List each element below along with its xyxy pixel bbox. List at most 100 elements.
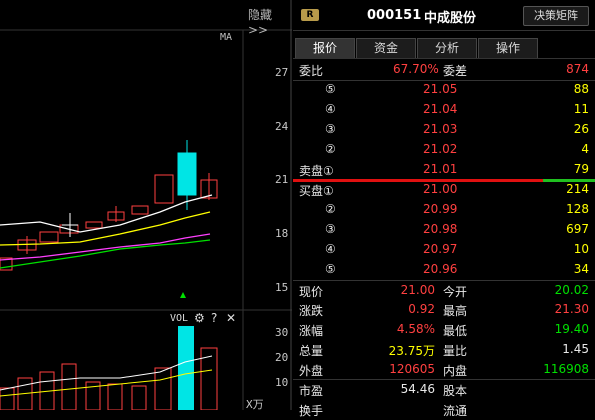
vol-indicator-label: VOL	[170, 313, 189, 324]
buy-volume: 34	[573, 262, 589, 276]
stock-name: 中成股份	[424, 11, 477, 26]
stat-label: 涨跌	[299, 304, 324, 318]
buy-row[interactable]: 买盘① 21.00 214	[293, 180, 595, 200]
stat-row: 涨跌 0.92 最高 21.30	[293, 300, 595, 320]
buy-row[interactable]: ③ 20.98 697	[293, 220, 595, 240]
sell-price: 21.05	[423, 82, 458, 96]
sell-volume: 26	[573, 122, 589, 136]
stat-label: 内盘	[443, 364, 468, 378]
sell-label: ③	[325, 122, 336, 136]
stat-row: 总量 23.75万 量比 1.45	[293, 340, 595, 360]
sell-row[interactable]: ③ 21.03 26	[293, 120, 595, 140]
decision-matrix-button[interactable]: 决策矩阵	[523, 6, 589, 26]
sell-volume: 4	[581, 142, 589, 156]
buy-price: 20.96	[423, 262, 458, 276]
buy-price: 20.99	[423, 202, 458, 216]
sell-row[interactable]: ⑤ 21.05 88	[293, 80, 595, 100]
stat-value: 120605	[389, 362, 435, 376]
buy-label: 买盘①	[299, 184, 334, 198]
quote-header: R 000151 中成股份 决策矩阵	[293, 0, 595, 31]
sell-price: 21.04	[423, 102, 458, 116]
vol-tick: 10	[275, 376, 289, 389]
sell-row[interactable]: 卖盘① 21.01 79	[293, 160, 595, 180]
sell-label: ⑤	[325, 82, 336, 96]
help-icon[interactable]: ?	[211, 311, 217, 325]
weicha-value: 874	[566, 62, 589, 76]
stat-label: 量比	[443, 344, 468, 358]
sell-label: ②	[325, 142, 336, 156]
stat-label: 现价	[299, 285, 324, 299]
sell-volume: 88	[573, 82, 589, 96]
kline-chart-panel[interactable]: 隐藏>> MA 27 24 21 18 15 VOL ⚙ ? ✕ 30 20 1…	[0, 0, 292, 411]
stock-code: 000151	[367, 8, 422, 23]
sell-label: 卖盘①	[299, 164, 334, 178]
kline-svg	[0, 0, 292, 410]
vol-tick: 30	[275, 326, 289, 339]
buy-volume: 214	[566, 182, 589, 196]
ma-lines	[0, 194, 213, 269]
volume-bars	[0, 326, 218, 410]
price-tick: 24	[275, 120, 289, 133]
stat-label: 最高	[443, 304, 468, 318]
tab-quote[interactable]: 报价	[295, 38, 355, 58]
sell-row[interactable]: ④ 21.04 11	[293, 100, 595, 120]
stat-value: 19.40	[554, 322, 589, 336]
buy-row[interactable]: ② 20.99 128	[293, 200, 595, 220]
tab-funds[interactable]: 资金	[356, 38, 416, 58]
close-icon[interactable]: ✕	[226, 311, 236, 325]
vol-tick: 20	[275, 351, 289, 364]
buy-volume: 697	[566, 222, 589, 236]
quote-tabs: 报价 资金 分析 操作	[293, 38, 595, 58]
weibi-row: 委比 67.70% 委差 874	[293, 60, 595, 80]
stat-row: 换手 流通	[293, 400, 595, 420]
sell-price: 21.02	[423, 142, 458, 156]
stat-label: 股本	[443, 384, 468, 398]
buy-label: ③	[325, 222, 336, 236]
sell-row[interactable]: ② 21.02 4	[293, 140, 595, 160]
r-badge: R	[301, 9, 319, 21]
tab-operate[interactable]: 操作	[478, 38, 538, 58]
buy-price: 21.00	[423, 182, 458, 196]
stat-row: 市盈 54.46 股本	[293, 380, 595, 400]
weibi-value: 67.70%	[393, 62, 439, 76]
stat-label: 流通	[443, 404, 468, 418]
buy-price: 20.98	[423, 222, 458, 236]
stat-value: 1.45	[562, 342, 589, 356]
weicha-label: 委差	[443, 64, 468, 78]
buy-label: ②	[325, 202, 336, 216]
buy-label: ⑤	[325, 262, 336, 276]
stat-value: 21.30	[554, 302, 589, 316]
stat-label: 今开	[443, 285, 468, 299]
stat-row: 外盘 120605 内盘 116908	[293, 360, 595, 380]
buy-price: 20.97	[423, 242, 458, 256]
stat-label: 换手	[299, 404, 324, 418]
buy-volume: 10	[573, 242, 589, 256]
gear-icon[interactable]: ⚙	[194, 311, 205, 325]
stat-value: 54.46	[400, 382, 435, 396]
sell-label: ④	[325, 102, 336, 116]
stat-value: 21.00	[400, 283, 435, 297]
stat-value: 23.75万	[388, 344, 435, 358]
stat-row: 现价 21.00 今开 20.02	[293, 281, 595, 301]
price-tick: 21	[275, 173, 289, 186]
sell-volume: 11	[573, 102, 589, 116]
quote-panel: R 000151 中成股份 决策矩阵 报价 资金 分析 操作 委比 67.70%…	[293, 0, 595, 418]
price-tick: 15	[275, 281, 289, 294]
price-tick: 27	[275, 66, 289, 79]
buy-row[interactable]: ⑤ 20.96 34	[293, 260, 595, 280]
weibi-label: 委比	[299, 64, 324, 78]
sell-volume: 79	[573, 162, 589, 176]
buy-row[interactable]: ④ 20.97 10	[293, 240, 595, 260]
stat-value: 20.02	[554, 283, 589, 297]
price-tick: 18	[275, 227, 289, 240]
stat-value: 116908	[543, 362, 589, 376]
stat-label: 涨幅	[299, 324, 324, 338]
stat-label: 外盘	[299, 364, 324, 378]
stat-label: 市盈	[299, 384, 324, 398]
buy-label: ④	[325, 242, 336, 256]
ma-indicator-label: MA	[220, 32, 233, 43]
tab-analysis[interactable]: 分析	[417, 38, 477, 58]
stat-row: 涨幅 4.58% 最低 19.40	[293, 320, 595, 340]
sell-price: 21.01	[423, 162, 458, 176]
hide-panel-button[interactable]: 隐藏>>	[248, 6, 292, 37]
